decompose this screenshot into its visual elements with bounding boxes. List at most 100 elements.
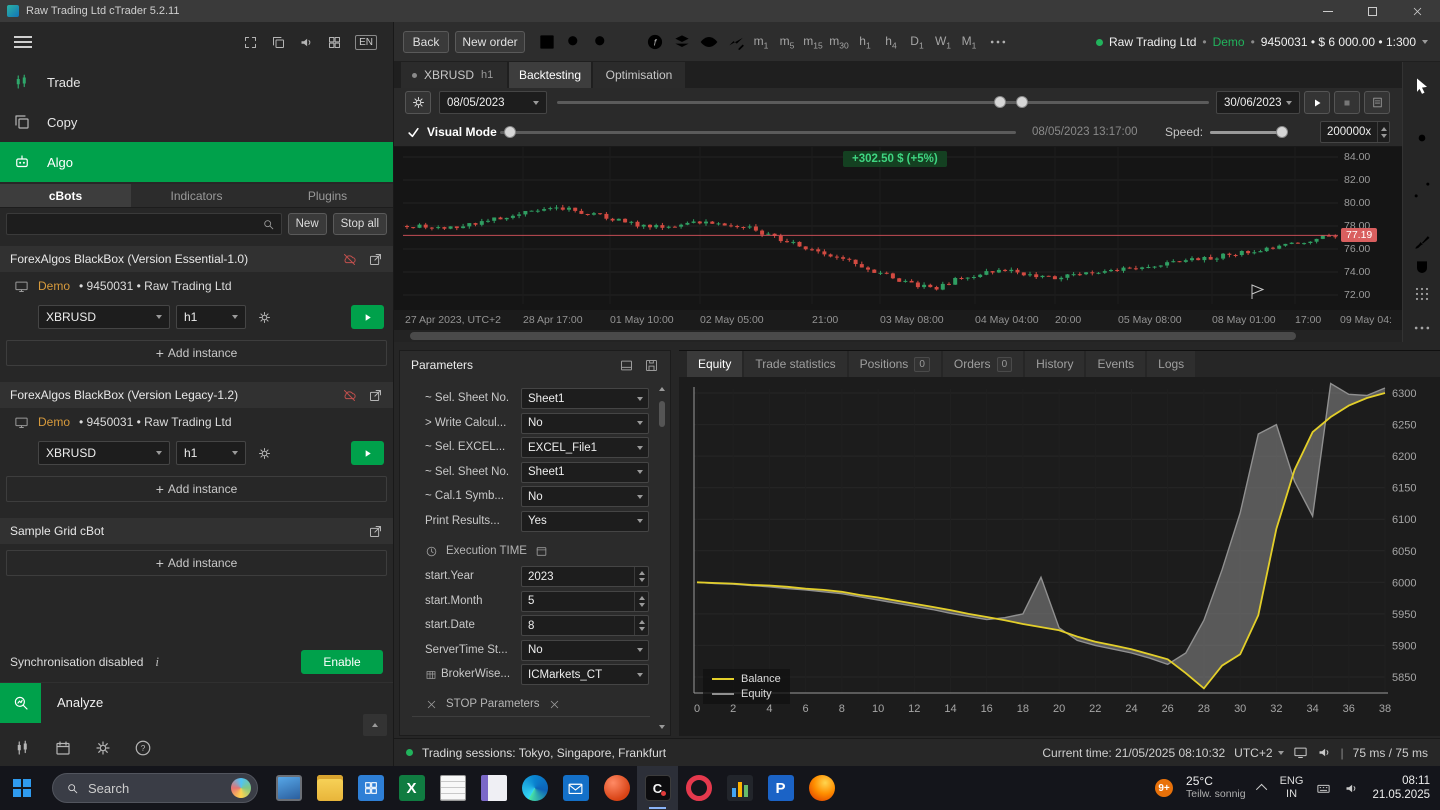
tab-logs[interactable]: Logs — [1147, 351, 1195, 377]
visual-mode-checkbox[interactable]: Visual Mode — [407, 125, 497, 139]
taskbar-app-stocks[interactable] — [719, 766, 760, 810]
apps-icon[interactable] — [327, 35, 342, 50]
tab-positions[interactable]: Positions0 — [849, 351, 941, 377]
more-tools-icon[interactable] — [1412, 318, 1432, 338]
start-date-select[interactable]: 08/05/2023 — [439, 91, 547, 114]
taskbar-app-store[interactable] — [350, 766, 391, 810]
market-watch-icon[interactable] — [14, 739, 32, 757]
speed-stepper[interactable]: 200000x — [1320, 121, 1390, 143]
cbot-search-input[interactable] — [13, 217, 262, 231]
taskbar-app-firefox[interactable] — [801, 766, 842, 810]
add-instance-button[interactable]: +Add instance — [6, 550, 387, 576]
tab-trade-statistics[interactable]: Trade statistics — [744, 351, 846, 377]
keyboard-icon[interactable] — [1316, 781, 1331, 796]
more-timeframes-icon[interactable] — [988, 32, 1008, 52]
parameter-select[interactable]: No — [521, 486, 649, 507]
stop-backtest-button[interactable] — [1334, 91, 1360, 114]
taskbar-app-notepad[interactable] — [432, 766, 473, 810]
timeframe-h1[interactable]: h1 — [852, 34, 878, 50]
settings-icon[interactable] — [94, 739, 112, 757]
add-instance-button[interactable]: +Add instance — [6, 340, 387, 366]
chart-scrollbar[interactable] — [394, 330, 1402, 342]
timeframe-select[interactable]: h1 — [176, 305, 246, 329]
sidebar-item-algo[interactable]: Algo — [0, 142, 393, 182]
stepper-arrows[interactable] — [1377, 122, 1389, 142]
taskbar-app-opera[interactable] — [678, 766, 719, 810]
taskbar-app-mail[interactable] — [555, 766, 596, 810]
tab-history[interactable]: History — [1025, 351, 1084, 377]
taskbar-app-task-view[interactable] — [268, 766, 309, 810]
parameter-select[interactable]: No — [521, 640, 649, 661]
start-cbot-button[interactable] — [351, 441, 384, 465]
sidebar-item-trade[interactable]: Trade — [0, 62, 393, 102]
parameter-select[interactable]: EXCEL_File1 — [521, 437, 649, 458]
timeframe-m30[interactable]: m30 — [826, 34, 852, 50]
magnet-icon[interactable] — [1412, 258, 1432, 278]
timeframe-D1[interactable]: D1 — [904, 34, 930, 50]
stepper-arrows[interactable] — [634, 567, 648, 586]
backtest-settings-button[interactable] — [405, 91, 431, 114]
channel-icon[interactable] — [1412, 206, 1432, 226]
new-cbot-button[interactable]: New — [288, 213, 327, 235]
layout-icon[interactable] — [537, 32, 557, 52]
timeframe-M1[interactable]: M1 — [956, 34, 982, 50]
end-date-select[interactable]: 30/06/2023 — [1216, 91, 1300, 114]
taskbar-clock[interactable]: 08:11 21.05.2025 — [1372, 774, 1430, 802]
fullscreen-icon[interactable] — [243, 35, 258, 50]
crosshair-icon[interactable] — [1412, 128, 1432, 148]
taskbar-app-edge[interactable] — [514, 766, 555, 810]
parameter-select[interactable]: Sheet1 — [521, 462, 649, 483]
start-button[interactable] — [0, 766, 44, 810]
timeframe-select[interactable]: h1 — [176, 441, 246, 465]
cloud-disabled-icon[interactable] — [342, 388, 357, 403]
playback-handle[interactable] — [504, 126, 516, 138]
trendline-icon[interactable] — [1412, 180, 1432, 200]
menu-icon[interactable] — [14, 36, 32, 48]
cbot-header[interactable]: ForexAlgos BlackBox (Version Legacy-1.2) — [0, 382, 393, 408]
taskbar-search[interactable]: Search — [52, 773, 258, 803]
sound-icon[interactable] — [1317, 745, 1332, 760]
tab-optimisation[interactable]: Optimisation — [593, 62, 685, 88]
tab-cbots[interactable]: cBots — [0, 184, 131, 207]
taskbar-app-file-explorer[interactable] — [309, 766, 350, 810]
taskbar-app-browser[interactable] — [596, 766, 637, 810]
tab-equity[interactable]: Equity — [687, 351, 742, 377]
start-cbot-button[interactable] — [351, 305, 384, 329]
taskbar-app-onenote[interactable] — [473, 766, 514, 810]
visibility-icon[interactable] — [699, 32, 719, 52]
backtest-range-slider[interactable] — [557, 91, 1209, 113]
stepper-arrows[interactable] — [634, 616, 648, 635]
taskbar-weather[interactable]: 25°C Teilw. sonnig — [1186, 775, 1246, 801]
layers-icon[interactable] — [672, 32, 692, 52]
volume-icon[interactable] — [1344, 781, 1359, 796]
stepper-arrows[interactable] — [634, 592, 648, 611]
account-info[interactable]: Raw Trading Ltd • Demo • 9450031 • $ 6 0… — [1096, 22, 1428, 62]
language-badge[interactable]: EN — [355, 35, 377, 50]
detach-window-icon[interactable] — [271, 35, 286, 50]
instance-settings-icon[interactable] — [257, 310, 272, 325]
scroll-down-arrow[interactable] — [659, 725, 665, 729]
timezone-select[interactable]: UTC+2 — [1234, 746, 1283, 760]
parameter-select[interactable]: Sheet1 — [521, 388, 649, 409]
sidebar-item-analyze[interactable]: Analyze — [0, 682, 393, 722]
scrollbar-thumb[interactable] — [410, 332, 1296, 340]
close-button[interactable] — [1395, 0, 1440, 22]
zoom-in-icon[interactable] — [564, 32, 584, 52]
tab-backtesting[interactable]: Backtesting — [509, 62, 591, 88]
parameter-stepper[interactable]: 2023 — [521, 566, 649, 587]
symbol-select[interactable]: XBRUSD — [38, 305, 170, 329]
open-external-icon[interactable] — [368, 524, 383, 539]
symbol-select[interactable]: XBRUSD — [38, 441, 170, 465]
cloud-disabled-icon[interactable] — [342, 252, 357, 267]
parameter-select[interactable]: No — [521, 413, 649, 434]
scroll-up-arrow[interactable] — [659, 387, 665, 391]
tab-chart-xbrusd[interactable]: XBRUSD h1 — [401, 62, 507, 88]
instance-settings-icon[interactable] — [257, 446, 272, 461]
cbot-header[interactable]: ForexAlgos BlackBox (Version Essential-1… — [0, 246, 393, 272]
taskbar-app-ctrader[interactable]: C — [637, 766, 678, 810]
add-instance-button[interactable]: +Add instance — [6, 476, 387, 502]
timeframe-m15[interactable]: m15 — [800, 34, 826, 50]
pointer-tool-icon[interactable] — [1412, 76, 1432, 96]
zoom-icon[interactable] — [591, 32, 611, 52]
speed-handle[interactable] — [1276, 126, 1288, 138]
